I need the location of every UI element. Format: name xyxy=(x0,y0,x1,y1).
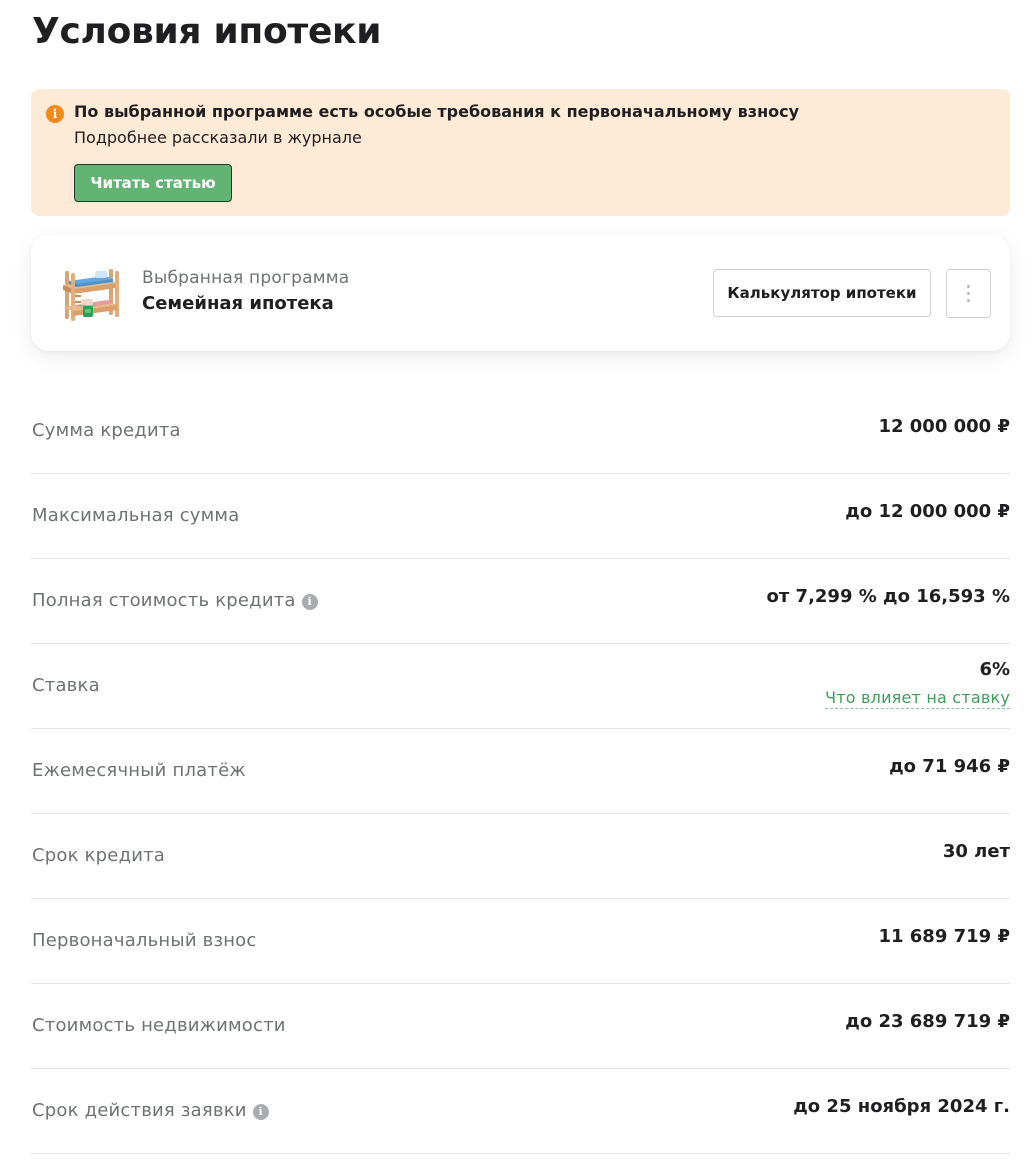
bunk-bed-illustration xyxy=(63,269,119,321)
condition-label: Максимальная сумма xyxy=(32,505,240,526)
condition-value: до 12 000 000 ₽ xyxy=(845,501,1010,522)
condition-value: 6% xyxy=(979,659,1010,680)
condition-value: 11 689 719 ₽ xyxy=(878,926,1010,947)
conditions-list: Сумма кредита 12 000 000 ₽ Максимальная … xyxy=(31,389,1010,1154)
condition-value: 30 лет xyxy=(942,841,1010,862)
selected-program-card: Выбранная программа Семейная ипотека Кал… xyxy=(31,235,1010,351)
condition-value: 12 000 000 ₽ xyxy=(878,416,1010,437)
condition-label: Ежемесячный платёж xyxy=(32,760,246,781)
condition-label: Полная стоимость кредита i xyxy=(32,590,318,611)
condition-row-full-cost: Полная стоимость кредита i от 7,299 % до … xyxy=(31,559,1010,644)
condition-label: Сумма кредита xyxy=(32,420,181,441)
condition-value: до 71 946 ₽ xyxy=(889,756,1010,777)
alert-text: Подробнее рассказали в журнале xyxy=(74,128,362,147)
condition-value: до 25 ноября 2024 г. xyxy=(793,1096,1010,1117)
condition-label: Стоимость недвижимости xyxy=(32,1015,286,1036)
condition-label: Срок действия заявки i xyxy=(32,1100,269,1121)
mortgage-conditions-page: Условия ипотеки i По выбранной программе… xyxy=(0,0,1033,1161)
condition-row-rate: Ставка 6% Что влияет на ставку xyxy=(31,644,1010,729)
condition-row-loan-amount: Сумма кредита 12 000 000 ₽ xyxy=(31,389,1010,474)
more-vertical-icon xyxy=(967,285,970,302)
program-caption: Выбранная программа xyxy=(142,268,350,288)
condition-row-property-cost: Стоимость недвижимости до 23 689 719 ₽ xyxy=(31,984,1010,1069)
alert-title: По выбранной программе есть особые требо… xyxy=(74,102,800,121)
down-payment-alert: i По выбранной программе есть особые тре… xyxy=(31,89,1010,216)
program-name: Семейная ипотека xyxy=(142,293,334,314)
condition-row-application-validity: Срок действия заявки i до 25 ноября 2024 … xyxy=(31,1069,1010,1154)
more-options-button[interactable] xyxy=(946,269,991,318)
read-article-button[interactable]: Читать статью xyxy=(74,164,232,202)
condition-label: Первоначальный взнос xyxy=(32,930,257,951)
info-icon: i xyxy=(46,105,64,123)
condition-row-monthly-payment: Ежемесячный платёж до 71 946 ₽ xyxy=(31,729,1010,814)
condition-value: от 7,299 % до 16,593 % xyxy=(766,586,1010,607)
condition-row-term: Срок кредита 30 лет xyxy=(31,814,1010,899)
info-icon[interactable]: i xyxy=(252,1104,269,1120)
condition-label: Срок кредита xyxy=(32,845,166,866)
condition-row-max-amount: Максимальная сумма до 12 000 000 ₽ xyxy=(31,474,1010,559)
condition-value: до 23 689 719 ₽ xyxy=(845,1011,1010,1032)
condition-label: Ставка xyxy=(32,675,100,696)
mortgage-calculator-button[interactable]: Калькулятор ипотеки xyxy=(713,269,931,317)
page-title: Условия ипотеки xyxy=(32,11,382,52)
info-icon[interactable]: i xyxy=(301,594,318,610)
rate-factors-link[interactable]: Что влияет на ставку xyxy=(825,688,1010,709)
condition-row-down-payment: Первоначальный взнос 11 689 719 ₽ xyxy=(31,899,1010,984)
